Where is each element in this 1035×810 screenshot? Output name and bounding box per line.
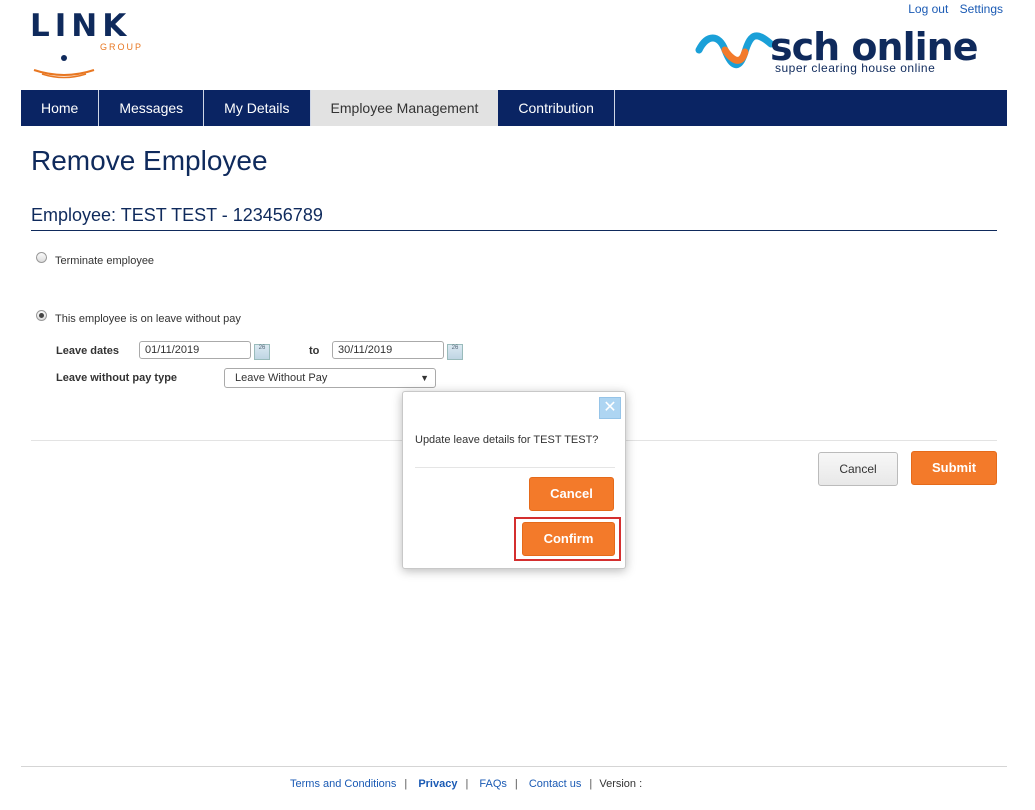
leave-type-select[interactable]: Leave Without Pay ▼ — [224, 368, 436, 388]
nav-tab-home[interactable]: Home — [21, 90, 100, 126]
leave-dates-label: Leave dates — [56, 345, 119, 357]
confirm-dialog: ✕ Update leave details for TEST TEST? Ca… — [402, 391, 626, 569]
dialog-divider — [415, 467, 615, 468]
privacy-link[interactable]: Privacy — [418, 778, 457, 790]
main-nav: Home Messages My Details Employee Manage… — [21, 90, 1007, 126]
calendar-from-icon[interactable]: 26 — [254, 344, 270, 360]
nav-tab-contribution[interactable]: Contribution — [498, 90, 615, 126]
leave-type-value: Leave Without Pay — [235, 372, 328, 384]
heading-divider — [31, 230, 997, 231]
top-links: Log out Settings — [900, 2, 1003, 16]
logo-mark-icon — [33, 55, 95, 79]
page-title: Remove Employee — [31, 145, 268, 176]
close-icon[interactable]: ✕ — [599, 397, 621, 419]
calendar-to-icon[interactable]: 26 — [447, 344, 463, 360]
chevron-down-icon: ▼ — [420, 373, 429, 383]
contact-link[interactable]: Contact us — [529, 778, 582, 790]
leave-radio[interactable] — [36, 310, 47, 321]
cancel-button[interactable]: Cancel — [818, 452, 898, 486]
faqs-link[interactable]: FAQs — [479, 778, 507, 790]
to-label: to — [309, 345, 320, 357]
nav-tab-my-details[interactable]: My Details — [204, 90, 311, 126]
terminate-label: Terminate employee — [55, 255, 155, 267]
leave-type-label: Leave without pay type — [56, 372, 178, 384]
version-text: Version : — [599, 778, 643, 790]
employee-heading: Employee: TEST TEST - 123456789 — [31, 205, 323, 225]
logo-text: LINK — [30, 8, 132, 44]
wave-icon — [695, 32, 775, 68]
settings-link[interactable]: Settings — [960, 2, 1003, 16]
dialog-cancel-button[interactable]: Cancel — [529, 477, 614, 511]
leave-to-date-input[interactable]: 30/11/2019 — [332, 341, 444, 359]
logout-link[interactable]: Log out — [908, 2, 948, 16]
sch-online-brand: sch online super clearing house online — [695, 25, 1000, 76]
nav-tab-messages[interactable]: Messages — [99, 90, 205, 126]
submit-button[interactable]: Submit — [911, 451, 997, 485]
nav-tab-employee-management[interactable]: Employee Management — [310, 90, 499, 126]
link-group-logo: LINK GROUP — [30, 8, 150, 80]
leave-label: This employee is on leave without pay — [55, 313, 241, 325]
brand-tagline: super clearing house online — [775, 61, 936, 75]
leave-from-date-input[interactable]: 01/11/2019 — [139, 341, 251, 359]
footer-divider — [21, 766, 1007, 767]
terminate-radio[interactable] — [36, 252, 47, 263]
dialog-message: Update leave details for TEST TEST? — [415, 434, 599, 446]
terms-link[interactable]: Terms and Conditions — [290, 778, 396, 790]
dialog-confirm-button[interactable]: Confirm — [522, 522, 615, 556]
logo-subtext: GROUP — [100, 42, 144, 52]
footer: Terms and Conditions | Privacy | FAQs | Con… — [290, 778, 643, 790]
